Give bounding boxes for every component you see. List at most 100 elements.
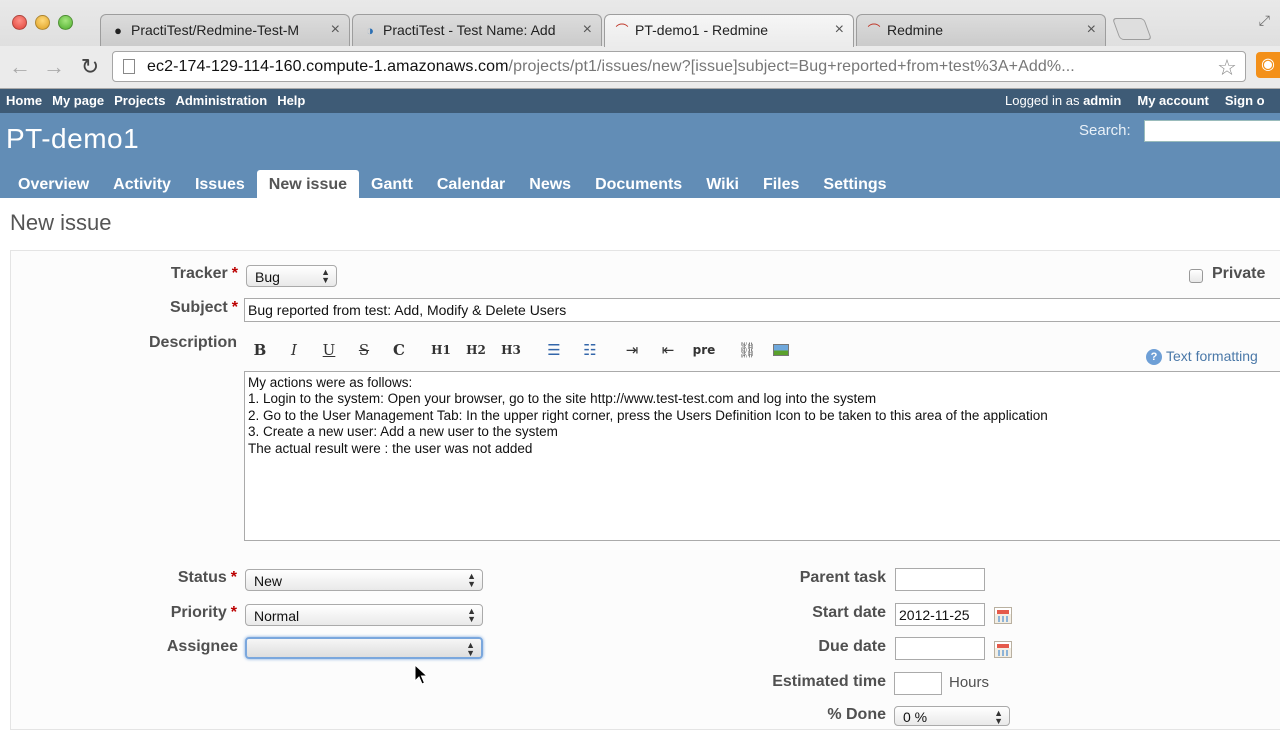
subject-label-text: Subject xyxy=(169,299,228,316)
subject-label: Subject * xyxy=(120,299,238,317)
bold-button[interactable]: B xyxy=(247,337,273,363)
heading1-button[interactable]: H1 xyxy=(428,337,454,363)
close-tab-icon[interactable]: × xyxy=(1087,21,1096,39)
browser-tab-practitest[interactable]: ◑ PractiTest - Test Name: Add × xyxy=(352,14,602,46)
close-window-icon[interactable] xyxy=(12,15,27,30)
new-tab-button[interactable] xyxy=(1111,18,1153,40)
calendar-icon[interactable] xyxy=(994,607,1012,624)
close-tab-icon[interactable]: × xyxy=(835,21,844,39)
priority-value: Normal xyxy=(254,608,300,624)
tracker-label-text: Tracker xyxy=(170,265,228,282)
tab-documents[interactable]: Documents xyxy=(583,170,694,198)
select-arrows-icon: ▲ ▼ xyxy=(467,571,476,589)
priority-select[interactable]: Normal ▲ ▼ xyxy=(245,604,483,626)
status-select[interactable]: New ▲ ▼ xyxy=(245,569,483,591)
private-label: Private xyxy=(1212,265,1266,282)
fullscreen-icon[interactable]: ⤢ xyxy=(1259,12,1270,29)
logged-in-prefix: Logged in as xyxy=(1005,93,1080,108)
close-tab-icon[interactable]: × xyxy=(331,21,340,39)
tab-overview[interactable]: Overview xyxy=(6,170,101,198)
close-tab-icon[interactable]: × xyxy=(583,21,592,39)
search-input[interactable] xyxy=(1144,120,1280,142)
url-host: ec2-174-129-114-160.compute-1.amazonaws.… xyxy=(147,58,509,75)
address-bar[interactable]: ec2-174-129-114-160.compute-1.amazonaws.… xyxy=(112,51,1246,82)
my-account-link[interactable]: My account xyxy=(1137,93,1209,108)
start-date-input[interactable]: 2012-11-25 xyxy=(895,603,985,626)
outdent-icon[interactable]: ⇤ xyxy=(655,337,681,363)
browser-chrome: ● PractiTest/Redmine-Test-M × ◑ PractiTe… xyxy=(0,0,1280,89)
rss-icon[interactable]: ◉ xyxy=(1256,52,1280,78)
status-value: New xyxy=(254,573,283,589)
text-formatting-label: Text formatting xyxy=(1166,348,1258,364)
private-checkbox[interactable] xyxy=(1189,269,1203,283)
tab-activity[interactable]: Activity xyxy=(101,170,183,198)
forward-arrow-icon[interactable]: → xyxy=(40,54,68,80)
heading2-button[interactable]: H2 xyxy=(463,337,489,363)
top-menu-help[interactable]: Help xyxy=(277,93,305,108)
reload-icon[interactable]: ↻ xyxy=(76,54,104,80)
wiki-link-icon[interactable]: ⛓ xyxy=(734,337,760,363)
ordered-list-icon[interactable]: ☷ xyxy=(577,337,603,363)
browser-tab-github[interactable]: ● PractiTest/Redmine-Test-M × xyxy=(100,14,350,46)
sign-out-link[interactable]: Sign o xyxy=(1225,93,1265,108)
top-menu-my-page[interactable]: My page xyxy=(52,93,104,108)
back-arrow-icon[interactable]: ← xyxy=(6,54,34,80)
strikethrough-button[interactable]: S xyxy=(351,337,377,363)
unordered-list-icon[interactable]: ☰ xyxy=(541,337,567,363)
tab-new-issue[interactable]: New issue xyxy=(256,170,360,198)
redmine-icon: ⌒ xyxy=(615,23,629,38)
minimize-window-icon[interactable] xyxy=(35,15,50,30)
description-textarea[interactable]: My actions were as follows: 1. Login to … xyxy=(244,371,1280,541)
estimated-time-input[interactable] xyxy=(894,672,942,695)
help-icon: ? xyxy=(1146,349,1162,365)
zoom-window-icon[interactable] xyxy=(58,15,73,30)
required-mark: * xyxy=(231,265,238,282)
start-date-label: Start date xyxy=(812,604,886,621)
italic-button[interactable]: I xyxy=(281,337,307,363)
content-area: New issue Tracker * Bug ▲ ▼ Private Subjec… xyxy=(0,198,1280,730)
select-arrows-icon: ▲ ▼ xyxy=(467,606,476,624)
tab-wiki[interactable]: Wiki xyxy=(694,170,751,198)
underline-button[interactable]: U xyxy=(316,337,342,363)
browser-tab-redmine[interactable]: ⌒ Redmine × xyxy=(856,14,1106,46)
page-title: New issue xyxy=(10,210,112,235)
tracker-value: Bug xyxy=(255,269,280,285)
url-path: /projects/pt1/issues/new?[issue]subject=… xyxy=(508,58,1075,75)
preformatted-button[interactable]: pre xyxy=(689,337,719,363)
tracker-label: Tracker * xyxy=(120,265,238,283)
select-arrows-icon: ▲ ▼ xyxy=(321,267,330,285)
browser-tab-pt-demo1[interactable]: ⌒ PT-demo1 - Redmine × xyxy=(604,14,854,47)
tab-news[interactable]: News xyxy=(517,170,583,198)
top-menu: Home My page Projects Administration Hel… xyxy=(0,89,1280,113)
bookmark-star-icon[interactable]: ☆ xyxy=(1217,55,1237,81)
description-label: Description xyxy=(148,334,237,351)
current-user-link[interactable]: admin xyxy=(1083,93,1121,108)
indent-icon[interactable]: ⇥ xyxy=(619,337,645,363)
image-icon[interactable] xyxy=(768,337,794,363)
subject-input[interactable]: Bug reported from test: Add, Modify & De… xyxy=(244,298,1280,322)
calendar-icon[interactable] xyxy=(994,641,1012,658)
tab-gantt[interactable]: Gantt xyxy=(359,170,425,198)
heading3-button[interactable]: H3 xyxy=(498,337,524,363)
top-menu-administration[interactable]: Administration xyxy=(175,93,267,108)
required-mark: * xyxy=(230,569,237,586)
tab-calendar[interactable]: Calendar xyxy=(425,170,517,198)
assignee-select[interactable]: ▲ ▼ xyxy=(245,637,483,659)
tab-issues[interactable]: Issues xyxy=(183,170,257,198)
browser-tab-strip: ● PractiTest/Redmine-Test-M × ◑ PractiTe… xyxy=(100,14,1260,47)
done-ratio-label: % Done xyxy=(827,706,886,723)
tab-files[interactable]: Files xyxy=(751,170,811,198)
tab-settings[interactable]: Settings xyxy=(811,170,898,198)
parent-task-input[interactable] xyxy=(895,568,985,591)
done-ratio-select[interactable]: 0 % ▲ ▼ xyxy=(894,706,1010,726)
top-menu-projects[interactable]: Projects xyxy=(114,93,165,108)
text-formatting-link[interactable]: ? Text formatting xyxy=(1146,348,1258,365)
tracker-select[interactable]: Bug ▲ ▼ xyxy=(246,265,337,287)
top-menu-home[interactable]: Home xyxy=(6,93,42,108)
window-controls xyxy=(12,15,73,30)
select-arrows-icon: ▲ ▼ xyxy=(994,708,1003,726)
code-button[interactable]: C xyxy=(386,337,412,363)
due-date-input[interactable] xyxy=(895,637,985,660)
required-mark: * xyxy=(231,299,238,316)
redmine-icon: ⌒ xyxy=(867,23,881,38)
